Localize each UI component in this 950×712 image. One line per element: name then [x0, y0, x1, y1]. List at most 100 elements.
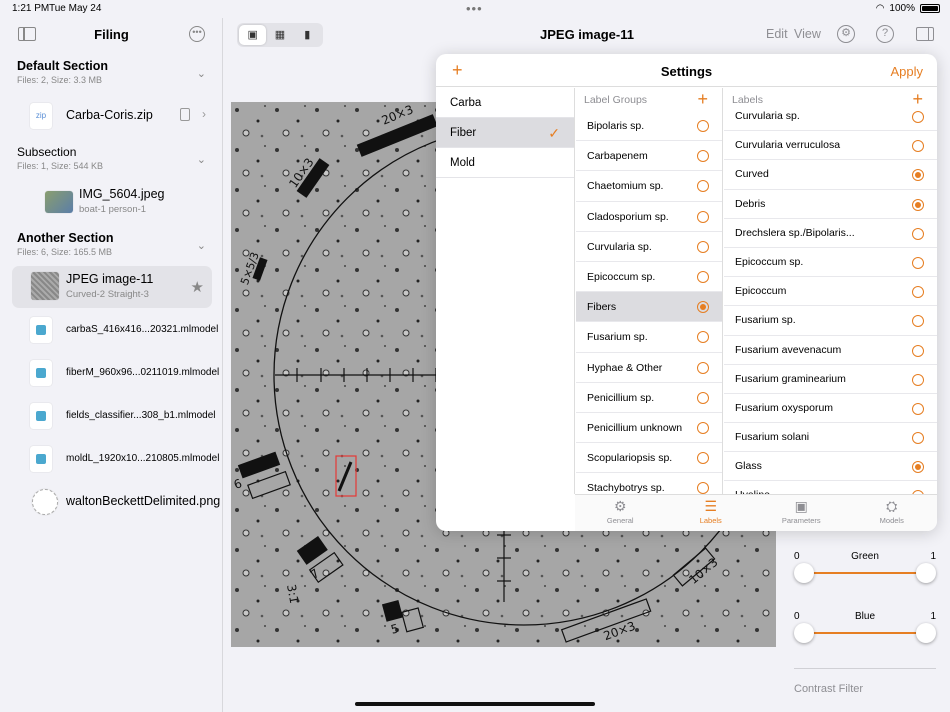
slider-high-handle[interactable] — [916, 623, 936, 643]
tab-general[interactable]: ⚙ General — [575, 495, 666, 531]
view-button[interactable]: View — [794, 27, 821, 41]
file-row[interactable]: waltonBeckettDelimited.png — [12, 481, 220, 523]
label-item[interactable]: Glass — [724, 452, 937, 482]
label-group-item[interactable]: Penicillium sp. — [576, 383, 722, 413]
radio-button-icon[interactable] — [912, 373, 924, 386]
label-item[interactable]: Fusarium sp. — [724, 306, 937, 336]
chevron-down-icon[interactable]: ⌄ — [197, 239, 206, 252]
slider-high-handle[interactable] — [916, 563, 936, 583]
settings-gear-icon[interactable]: ⚙ — [837, 25, 855, 43]
radio-button-icon[interactable] — [697, 270, 709, 283]
radio-button-icon[interactable] — [697, 120, 709, 132]
label-item[interactable]: Curved — [724, 160, 937, 190]
edit-button[interactable]: Edit — [766, 27, 788, 41]
file-row[interactable]: zip Carba-Coris.zip › — [12, 95, 212, 137]
document-icon[interactable] — [180, 108, 190, 121]
radio-button-icon[interactable] — [697, 391, 709, 404]
radio-button-icon[interactable] — [697, 421, 709, 434]
slider-low-handle[interactable] — [794, 563, 814, 583]
radio-button-icon[interactable] — [697, 180, 709, 193]
wifi-icon: ◠ — [875, 3, 885, 14]
label-group-item[interactable]: Hyphae & Other — [576, 353, 722, 383]
file-row[interactable]: IMG_5604.jpeg boat-1 person-1 — [28, 181, 212, 223]
chevron-down-icon[interactable]: ⌄ — [197, 153, 206, 166]
slider-track[interactable] — [804, 572, 926, 574]
multitasking-dots-icon[interactable]: ••• — [466, 1, 483, 16]
home-indicator[interactable] — [355, 702, 595, 706]
blue-slider[interactable]: 0 Blue 1 — [794, 611, 936, 647]
label-group-item[interactable]: Chaetomium sp. — [576, 171, 722, 202]
file-row[interactable]: fields_classifier...308_b1.mlmodel — [12, 395, 216, 437]
category-item[interactable]: Fiber ✓ — [436, 118, 574, 148]
radio-button-icon[interactable] — [697, 482, 709, 494]
radio-button-icon[interactable] — [912, 402, 924, 415]
section-default[interactable]: Default Section Files: 2, Size: 3.3 MB ⌄ — [17, 59, 212, 85]
label-group-item[interactable]: Curvularia sp. — [576, 232, 722, 262]
label-group-item[interactable]: Cladosporium sp. — [576, 202, 722, 232]
radio-button-icon[interactable] — [912, 227, 924, 240]
more-options-icon[interactable]: ••• — [189, 26, 205, 42]
file-row[interactable]: moldL_1920x10...210805.mlmodel — [12, 438, 219, 480]
section-another[interactable]: Another Section Files: 6, Size: 165.5 MB… — [17, 231, 212, 257]
radio-button-icon[interactable] — [912, 256, 924, 269]
label-group-item[interactable]: Bipolaris sp. — [576, 111, 722, 142]
label-item[interactable]: Curvularia sp. — [724, 102, 937, 132]
label-item[interactable]: Fusarium avevenacum — [724, 336, 937, 365]
radio-button-icon[interactable] — [697, 452, 709, 465]
radio-button-icon[interactable] — [697, 361, 709, 374]
radio-button-icon[interactable] — [912, 140, 924, 153]
radio-button-icon[interactable] — [912, 198, 924, 211]
radio-button-icon[interactable] — [912, 111, 924, 123]
tab-parameters[interactable]: ▣ Parameters — [756, 495, 847, 531]
label-group-item[interactable]: Scopulariopsis sp. — [576, 443, 722, 474]
label-group-item[interactable]: Carbapenem — [576, 141, 722, 172]
radio-button-icon[interactable] — [697, 240, 709, 253]
label-group-item[interactable]: Stachybotrys sp. — [576, 473, 722, 494]
radio-button-icon[interactable] — [912, 432, 924, 445]
label-group-item[interactable]: Fusarium sp. — [576, 322, 722, 353]
chevron-right-icon[interactable]: › — [202, 107, 206, 121]
help-icon[interactable]: ? — [876, 25, 894, 43]
radio-button-icon[interactable] — [697, 331, 709, 344]
label-item[interactable]: Fusarium oxysporum — [724, 394, 937, 424]
category-item[interactable]: Carba — [436, 88, 574, 118]
radio-button-icon[interactable] — [912, 344, 924, 357]
label-item[interactable]: Debris — [724, 190, 937, 219]
section-subsection[interactable]: Subsection Files: 1, Size: 544 KB ⌄ — [17, 145, 212, 171]
tab-label: Models — [879, 516, 904, 525]
label-item[interactable]: Curvularia verruculosa — [724, 131, 937, 161]
radio-button-icon[interactable] — [912, 169, 924, 182]
label-item[interactable]: Fusarium solani — [724, 423, 937, 453]
label-item[interactable]: Epicoccum — [724, 277, 937, 307]
label-group-item[interactable]: Penicillium unknown — [576, 413, 722, 444]
file-row[interactable]: JPEG image-11 Curved-2 Straight-3 ★ — [12, 266, 212, 308]
label-group-item[interactable]: Epicoccum sp. — [576, 262, 722, 293]
radio-button-icon[interactable] — [912, 461, 924, 474]
chevron-down-icon[interactable]: ⌄ — [197, 67, 206, 80]
label-item[interactable]: Epicoccum sp. — [724, 248, 937, 278]
label-item[interactable]: Hyaline — [724, 481, 937, 494]
radio-button-icon[interactable] — [912, 315, 924, 328]
category-item[interactable]: Mold — [436, 148, 574, 178]
label-group-item[interactable]: Fibers — [576, 292, 722, 323]
radio-button-icon[interactable] — [912, 286, 924, 299]
slider-track[interactable] — [804, 632, 926, 634]
tab-models[interactable]: ⛭ Models — [847, 495, 938, 531]
green-slider[interactable]: 0 Green 1 — [794, 551, 936, 587]
tab-labels[interactable]: ☰ Labels — [666, 495, 757, 531]
label-item[interactable]: Drechslera sp./Bipolaris... — [724, 219, 937, 248]
radio-button-icon[interactable] — [697, 210, 709, 223]
category-list: Carba Fiber ✓ Mold — [436, 88, 575, 494]
tab-label: Parameters — [781, 516, 821, 525]
sidebar: Filing ••• Default Section Files: 2, Siz… — [0, 18, 223, 712]
apply-button[interactable]: Apply — [890, 64, 923, 79]
inspector-toggle-icon[interactable] — [916, 27, 934, 41]
add-label-group-icon[interactable]: + — [697, 89, 708, 110]
star-icon[interactable]: ★ — [191, 278, 204, 296]
label-item[interactable]: Fusarium graminearium — [724, 365, 937, 394]
file-row[interactable]: fiberM_960x96...0211019.mlmodel — [12, 352, 219, 394]
slider-low-handle[interactable] — [794, 623, 814, 643]
radio-button-icon[interactable] — [697, 301, 709, 314]
radio-button-icon[interactable] — [697, 150, 709, 163]
file-row[interactable]: carbaS_416x416...20321.mlmodel — [12, 309, 218, 351]
